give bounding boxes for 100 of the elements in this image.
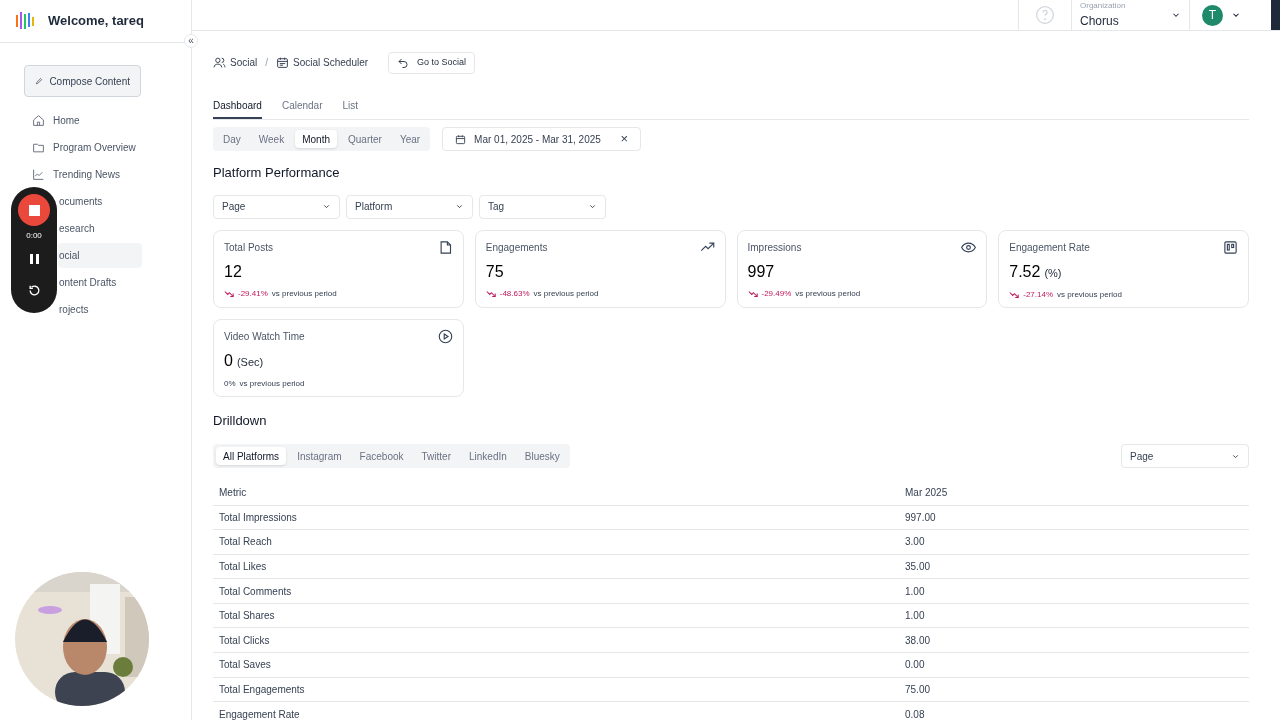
change-value: -29.49% — [761, 287, 792, 300]
period-tab[interactable]: Quarter — [341, 130, 389, 148]
platform-tab[interactable]: Twitter — [414, 447, 458, 465]
table-cell: 38.00 — [899, 627, 1249, 653]
card-value: 12 — [224, 263, 242, 280]
go-to-social-button[interactable]: Go to Social — [388, 51, 476, 74]
column-header: Mar 2025 — [899, 481, 1249, 505]
tab[interactable]: Calendar — [281, 94, 323, 119]
table-cell: 75.00 — [899, 677, 1249, 702]
table-cell: Total Reach — [213, 529, 899, 555]
eye-icon — [961, 239, 977, 255]
organization-select[interactable]: Organization Chorus — [1071, 0, 1189, 30]
period-tab[interactable]: Day — [216, 130, 248, 148]
filter-select[interactable]: Platform — [346, 194, 473, 219]
card-value: 7.52 — [1009, 263, 1041, 280]
table-cell: Total Comments — [213, 578, 899, 604]
table-cell: 35.00 — [899, 554, 1249, 579]
sidebar-item[interactable]: esearch — [58, 216, 142, 241]
pencil-icon — [35, 75, 44, 87]
stop-button[interactable] — [18, 194, 50, 226]
restart-icon[interactable] — [27, 284, 41, 297]
comparison-text: vs previous period — [533, 287, 599, 300]
card-title: Impressions — [747, 240, 802, 255]
filter-select[interactable]: Page — [213, 194, 340, 219]
change-value: -27.14% — [1023, 289, 1054, 301]
sidebar-item[interactable]: ontent Drafts — [58, 270, 142, 295]
scrollbar[interactable] — [1271, 0, 1280, 30]
breadcrumb-separator: / — [265, 56, 269, 70]
section-title: Drilldown — [213, 411, 268, 430]
welcome-text: Welcome, tareq — [48, 12, 144, 31]
trend-down-icon — [485, 289, 496, 298]
card-value: 75 — [485, 263, 504, 280]
breadcrumb-link[interactable]: Social — [213, 55, 258, 70]
recording-time: 0:00 — [26, 230, 42, 242]
table-cell: 0.00 — [899, 652, 1249, 678]
trend-down-icon — [1009, 291, 1020, 299]
table-cell: 0.08 — [899, 701, 1249, 720]
platform-tab[interactable]: Instagram — [290, 447, 349, 465]
calendar-icon — [455, 133, 467, 145]
period-tab[interactable]: Week — [251, 130, 292, 148]
tab[interactable]: List — [342, 94, 359, 119]
chevron-down-icon — [455, 202, 464, 211]
trend-down-icon — [747, 289, 758, 298]
table-cell: Total Saves — [213, 652, 899, 678]
table-cell: Total Impressions — [213, 505, 899, 530]
platform-tab[interactable]: Bluesky — [517, 447, 567, 465]
sidebar-item[interactable]: Trending News — [24, 162, 142, 187]
platform-tab[interactable]: All Platforms — [216, 447, 287, 465]
card-title: Engagement Rate — [1009, 240, 1090, 255]
card-title: Total Posts — [224, 240, 273, 255]
home-icon — [32, 114, 45, 127]
play-icon — [437, 328, 453, 344]
chevron-down-icon — [322, 202, 331, 211]
date-range-field[interactable]: Mar 01, 2025 - Mar 31, 2025 × — [442, 127, 642, 151]
sidebar-item[interactable]: ocial — [58, 243, 142, 268]
undo-arrow-icon — [397, 56, 410, 69]
breadcrumb-link[interactable]: Social Scheduler — [276, 55, 369, 70]
document-icon — [437, 239, 453, 255]
collapse-button[interactable]: « — [184, 34, 198, 48]
tab[interactable]: Dashboard — [213, 94, 262, 119]
card-title: Engagements — [485, 240, 548, 255]
table-cell: 997.00 — [899, 505, 1249, 530]
sidebar-item[interactable]: Home — [24, 108, 142, 133]
line-chart-icon — [32, 168, 45, 181]
platform-tab[interactable]: LinkedIn — [461, 447, 514, 465]
table-cell: Total Engagements — [213, 677, 899, 702]
table-cell: Total Shares — [213, 603, 899, 628]
sidebar-item[interactable]: Program Overview — [24, 135, 142, 160]
table-cell: 1.00 — [899, 578, 1249, 604]
comparison-text: vs previous period — [271, 287, 337, 300]
table-cell: Total Clicks — [213, 627, 899, 653]
comparison-text: vs previous period — [795, 287, 861, 300]
sidebar-item[interactable]: rojects — [58, 297, 142, 322]
period-tab[interactable]: Year — [392, 130, 428, 148]
card-title: Video Watch Time — [224, 329, 305, 344]
card-value: 0 — [224, 352, 233, 369]
trend-down-icon — [224, 289, 234, 298]
change-value: 0% — [224, 378, 236, 390]
section-title: Platform Performance — [213, 164, 341, 182]
chevron-down-icon — [588, 202, 597, 211]
folder-icon — [32, 141, 45, 154]
comparison-text: vs previous period — [1057, 289, 1122, 301]
platform-tab[interactable]: Facebook — [352, 447, 411, 465]
clear-date-button[interactable]: × — [620, 129, 629, 149]
board-icon — [1223, 239, 1238, 255]
page-select[interactable]: Page — [1121, 444, 1249, 468]
comparison-text: vs previous period — [239, 378, 305, 390]
sidebar-item[interactable]: ocuments — [58, 189, 142, 214]
table-cell: Total Likes — [213, 554, 899, 579]
column-header: Metric — [213, 481, 899, 505]
user-avatar[interactable]: T — [1202, 4, 1223, 26]
compose-content-button[interactable]: Compose Content — [24, 65, 141, 97]
card-unit: (%) — [1044, 265, 1062, 281]
change-value: -48.63% — [499, 287, 530, 300]
filter-select[interactable]: Tag — [479, 194, 606, 219]
change-value: -29.41% — [238, 287, 268, 300]
card-unit: (Sec) — [236, 354, 264, 370]
pause-icon[interactable] — [29, 254, 39, 264]
period-tab[interactable]: Month — [295, 130, 337, 148]
users-icon — [213, 56, 226, 69]
